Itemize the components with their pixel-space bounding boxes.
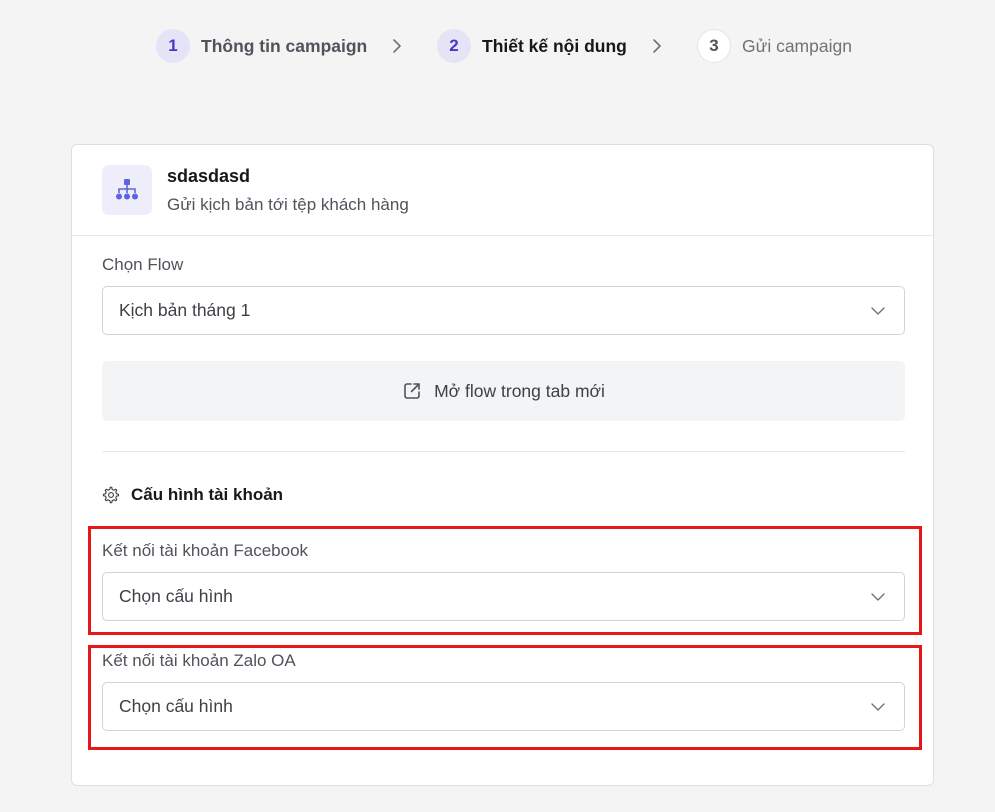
- step-1-label: Thông tin campaign: [201, 35, 368, 56]
- step-3-label: Gửi campaign: [742, 35, 852, 56]
- flow-select-value: Kịch bản tháng 1: [119, 300, 251, 320]
- step-3[interactable]: 3 Gửi campaign: [697, 28, 852, 64]
- step-2[interactable]: 2 Thiết kế nội dung: [437, 28, 627, 64]
- chevron-right-icon: [653, 39, 661, 53]
- account-config-heading: Cấu hình tài khoản: [102, 485, 283, 505]
- divider: [102, 451, 905, 452]
- facebook-account-placeholder: Chọn cấu hình: [119, 586, 233, 606]
- step-2-label: Thiết kế nội dung: [482, 35, 627, 56]
- gear-icon: [102, 486, 120, 504]
- chevron-down-icon: [871, 307, 885, 315]
- card-subtitle: Gửi kịch bản tới tệp khách hàng: [167, 195, 409, 214]
- chevron-down-icon: [871, 593, 885, 601]
- flow-select-label: Chọn Flow: [102, 255, 184, 274]
- zalo-account-label: Kết nối tài khoản Zalo OA: [102, 651, 296, 670]
- step-1[interactable]: 1 Thông tin campaign: [156, 28, 367, 64]
- step-2-number: 2: [437, 29, 471, 63]
- card-header: sdasdasd Gửi kịch bản tới tệp khách hàng: [72, 145, 935, 236]
- chevron-down-icon: [871, 703, 885, 711]
- flow-select[interactable]: Kịch bản tháng 1: [102, 286, 905, 335]
- facebook-account-label: Kết nối tài khoản Facebook: [102, 541, 309, 560]
- step-1-number: 1: [156, 29, 190, 63]
- campaign-card: sdasdasd Gửi kịch bản tới tệp khách hàng…: [71, 144, 935, 786]
- step-3-number: 3: [697, 29, 731, 63]
- zalo-account-placeholder: Chọn cấu hình: [119, 696, 233, 716]
- stepper: 1 Thông tin campaign 2 Thiết kế nội dung…: [0, 28, 995, 66]
- open-flow-new-tab-button[interactable]: Mở flow trong tab mới: [102, 361, 905, 421]
- chevron-right-icon: [393, 39, 401, 53]
- account-config-title: Cấu hình tài khoản: [131, 485, 284, 504]
- facebook-account-select[interactable]: Chọn cấu hình: [102, 572, 905, 621]
- open-flow-label: Mở flow trong tab mới: [434, 380, 605, 401]
- external-link-icon: [404, 383, 420, 399]
- card-title: sdasdasd: [167, 166, 251, 186]
- zalo-account-select[interactable]: Chọn cấu hình: [102, 682, 905, 731]
- flow-hierarchy-icon: [102, 165, 152, 215]
